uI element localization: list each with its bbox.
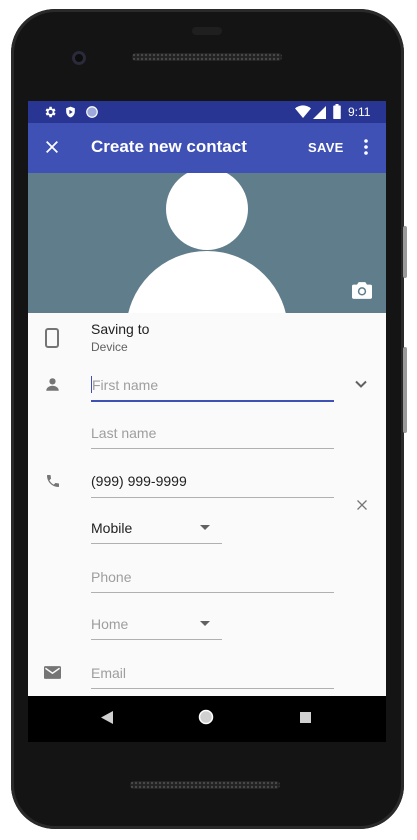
email-placeholder: Email (91, 665, 127, 681)
wifi-icon (295, 105, 311, 118)
phone-device-icon (45, 328, 59, 348)
last-name-underline (91, 448, 334, 449)
top-notch (192, 27, 222, 35)
recents-icon[interactable] (300, 712, 311, 723)
dropdown-arrow-icon (200, 525, 210, 530)
last-name-placeholder: Last name (91, 425, 157, 441)
phone-type-value: Mobile (91, 520, 133, 536)
avatar-body (126, 251, 288, 313)
email-field[interactable]: Email (91, 663, 334, 690)
contact-photo[interactable] (28, 173, 386, 313)
camera-icon[interactable] (352, 282, 372, 299)
more-vert-icon[interactable] (361, 138, 371, 156)
back-icon[interactable] (101, 711, 113, 724)
new-phone-type-underline (91, 639, 222, 640)
front-camera (72, 51, 86, 65)
new-phone-type-select[interactable]: Home (91, 615, 222, 641)
bottom-speaker (130, 781, 280, 789)
saving-to-row[interactable]: Saving to Device (91, 321, 331, 355)
saving-to-account: Device (91, 340, 128, 354)
top-speaker (132, 53, 282, 61)
home-icon[interactable] (198, 709, 214, 725)
phone-number-value: (999) 999-9999 (91, 473, 187, 489)
screen: 9:11 Create new contact SAVE Saving to D… (28, 101, 386, 696)
status-bar: 9:11 (28, 101, 386, 123)
phone-type-underline (91, 543, 222, 544)
first-name-underline (91, 400, 334, 402)
new-phone-underline (91, 592, 334, 593)
saving-to-label: Saving to (91, 321, 150, 337)
new-phone-type-value: Home (91, 616, 129, 632)
status-time: 9:11 (348, 105, 371, 119)
phone-number-field[interactable]: (999) 999-9999 (91, 472, 334, 499)
mail-icon (44, 666, 61, 679)
email-underline (91, 688, 334, 689)
save-button[interactable]: SAVE (308, 140, 344, 155)
gear-icon (45, 106, 56, 118)
last-name-field[interactable]: Last name (91, 424, 334, 450)
phone-number-underline (91, 497, 334, 498)
page-title: Create new contact (91, 137, 247, 156)
phone-type-select[interactable]: Mobile (91, 519, 222, 545)
power-button (403, 226, 407, 278)
dropdown-arrow-icon (200, 621, 210, 626)
first-name-field[interactable]: First name (91, 376, 334, 403)
volume-button (403, 347, 407, 433)
phone-icon (47, 475, 59, 487)
circle-icon (86, 106, 98, 118)
first-name-placeholder: First name (92, 377, 159, 393)
new-phone-placeholder: Phone (91, 569, 132, 585)
new-phone-field[interactable]: Phone (91, 567, 334, 594)
person-icon (46, 378, 59, 391)
signal-icon (313, 106, 326, 119)
chevron-down-icon[interactable] (355, 380, 367, 389)
shield-icon (66, 106, 75, 118)
avatar-head (166, 173, 248, 250)
battery-icon (333, 104, 341, 119)
navigation-bar (28, 696, 386, 742)
close-icon[interactable] (44, 139, 60, 155)
remove-phone-icon[interactable] (356, 499, 368, 511)
